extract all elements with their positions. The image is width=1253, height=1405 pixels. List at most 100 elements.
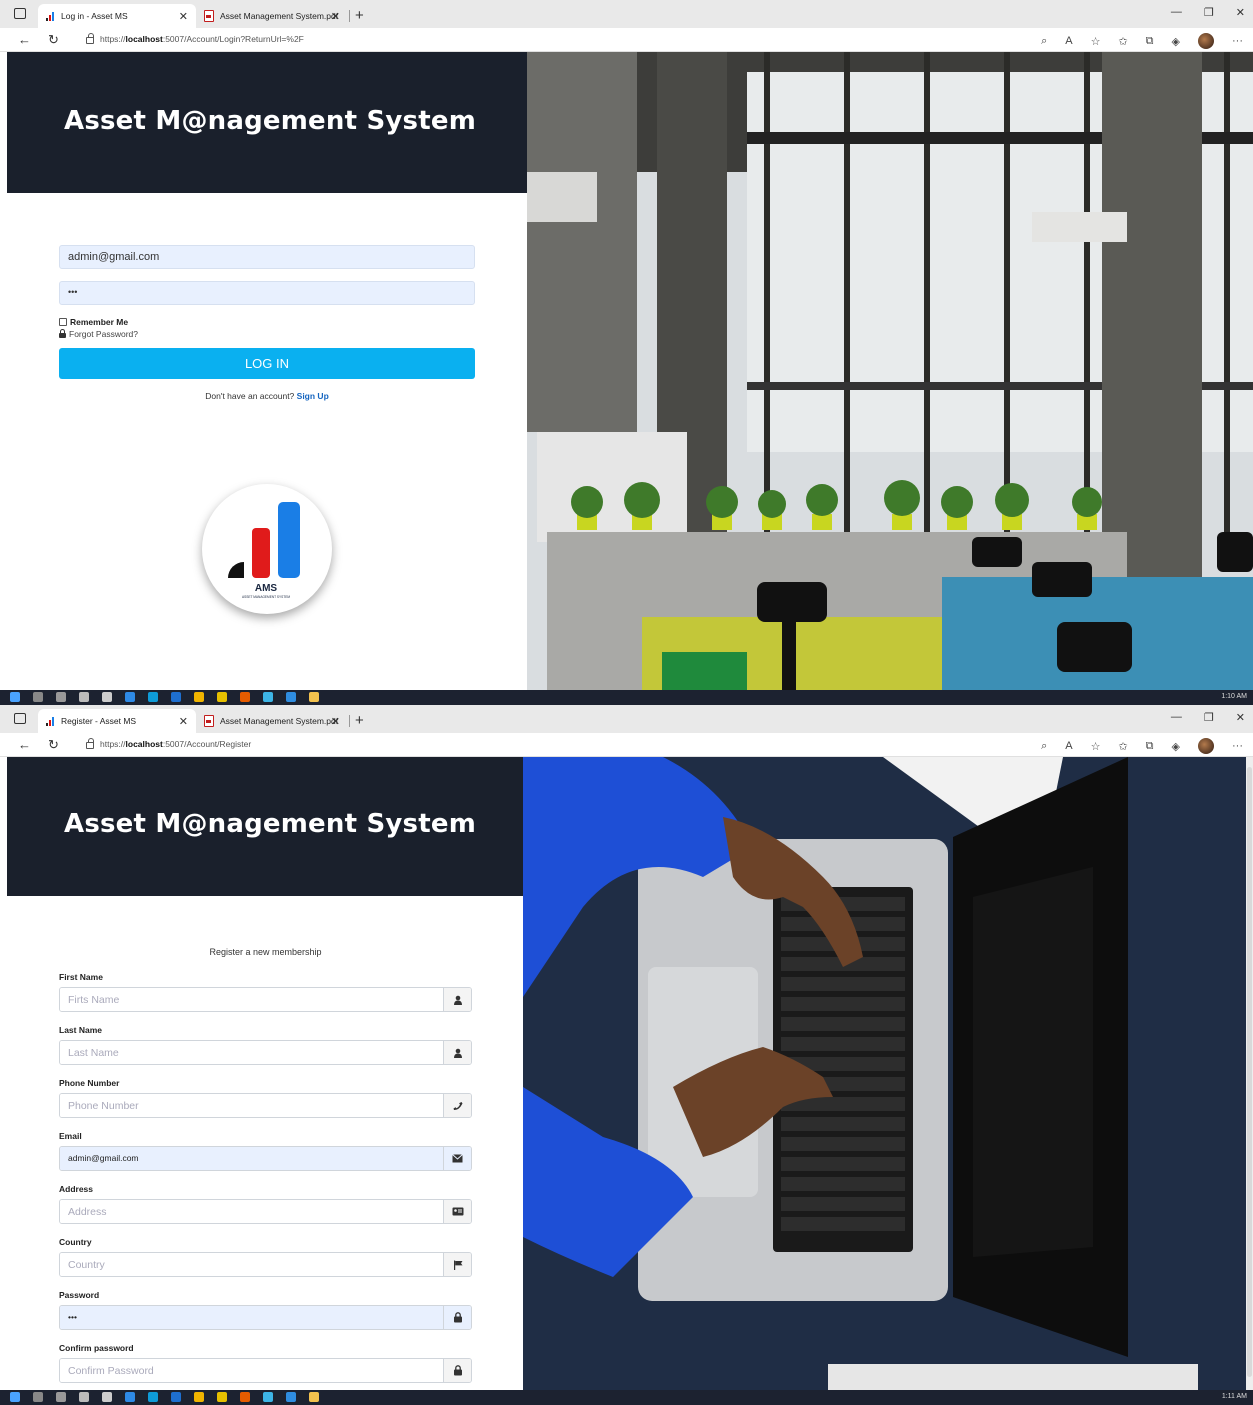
firefox-icon[interactable] [240, 692, 250, 702]
favorites-list-icon[interactable]: ✩ [1118, 740, 1127, 753]
login-button[interactable]: LOG IN [59, 348, 475, 379]
first-name-field[interactable]: Firts Name [59, 987, 472, 1012]
chrome-icon[interactable] [194, 692, 204, 702]
address-field[interactable]: Address [59, 1199, 472, 1224]
forgot-label: Forgot Password? [69, 329, 138, 339]
task-view-icon[interactable] [56, 692, 66, 702]
profile-avatar[interactable] [1198, 738, 1214, 754]
address-label: Address [59, 1184, 94, 1194]
zoom-icon[interactable]: ⌕ [1041, 740, 1047, 753]
teams-icon[interactable] [286, 692, 296, 702]
restore-icon[interactable]: ❐ [1204, 6, 1214, 19]
phone-field[interactable]: Phone Number [59, 1093, 472, 1118]
close-tab-icon[interactable]: ✕ [331, 715, 340, 728]
magnifier-app-icon[interactable] [79, 1392, 89, 1402]
restore-icon[interactable]: ❐ [1204, 711, 1214, 724]
magnifier-app-icon[interactable] [79, 692, 89, 702]
store-icon[interactable] [263, 692, 273, 702]
teams-icon[interactable] [286, 1392, 296, 1402]
favorite-icon[interactable]: ☆ [1091, 740, 1101, 753]
zoom-icon[interactable]: ⌕ [1041, 35, 1047, 48]
url-field[interactable]: https://localhost:5007/Account/Register [86, 738, 251, 749]
close-window-icon[interactable]: ✕ [1236, 6, 1245, 19]
address-input[interactable]: Address [60, 1200, 443, 1223]
task-view-icon[interactable] [56, 1392, 66, 1402]
tab-title: Log in - Asset MS [61, 11, 128, 21]
lock-icon [443, 1359, 471, 1382]
minimize-icon[interactable]: — [1171, 6, 1182, 19]
store-icon[interactable] [263, 1392, 273, 1402]
close-tab-icon[interactable]: ✕ [179, 715, 188, 728]
extensions-icon[interactable]: ◈ [1172, 35, 1180, 48]
phone-input[interactable]: Phone Number [60, 1094, 443, 1117]
first-name-input[interactable]: Firts Name [60, 988, 443, 1011]
terminal-icon[interactable] [102, 692, 112, 702]
extensions-icon[interactable]: ◈ [1172, 740, 1180, 753]
tab-actions-icon[interactable] [14, 8, 26, 19]
password-input[interactable]: ••• [60, 1306, 443, 1329]
vscode-icon[interactable] [125, 692, 135, 702]
remember-checkbox[interactable] [59, 318, 67, 326]
read-aloud-icon[interactable]: A [1065, 35, 1072, 47]
close-tab-icon[interactable]: ✕ [179, 10, 188, 23]
app-icon[interactable] [171, 1392, 181, 1402]
country-field[interactable]: Country [59, 1252, 472, 1277]
edge-icon[interactable] [148, 692, 158, 702]
refresh-icon[interactable]: ↻ [48, 737, 59, 753]
close-tab-icon[interactable]: ✕ [331, 10, 340, 23]
remember-me[interactable]: Remember Me [59, 317, 475, 327]
tab-register[interactable]: Register - Asset MS ✕ [38, 709, 196, 733]
last-name-input[interactable]: Last Name [60, 1041, 443, 1064]
read-aloud-icon[interactable]: A [1065, 740, 1072, 752]
search-icon[interactable] [33, 1392, 43, 1402]
minimize-icon[interactable]: — [1171, 711, 1182, 724]
confirm-password-input[interactable]: Confirm Password [60, 1359, 443, 1382]
signup-link[interactable]: Sign Up [297, 391, 329, 401]
vscode-icon[interactable] [125, 1392, 135, 1402]
app-icon[interactable] [171, 692, 181, 702]
edge-icon[interactable] [148, 1392, 158, 1402]
firefox-icon[interactable] [240, 1392, 250, 1402]
back-icon[interactable]: ← [18, 737, 31, 752]
new-tab-button[interactable]: + [355, 7, 364, 24]
tab-login[interactable]: Log in - Asset MS ✕ [38, 4, 196, 28]
notes-icon[interactable] [217, 1392, 227, 1402]
profile-avatar[interactable] [1198, 33, 1214, 49]
address-bar: ← ↻ https://localhost:5007/Account/Regis… [0, 733, 1253, 757]
chrome-icon[interactable] [194, 1392, 204, 1402]
file-explorer-icon[interactable] [309, 692, 319, 702]
more-menu-icon[interactable]: ··· [1232, 740, 1243, 752]
tab-actions-icon[interactable] [14, 713, 26, 724]
email-input[interactable]: admin@gmail.com [60, 1147, 443, 1170]
terminal-icon[interactable] [102, 1392, 112, 1402]
last-name-field[interactable]: Last Name [59, 1040, 472, 1065]
forgot-password-link[interactable]: Forgot Password? [59, 328, 475, 339]
tab-pdf[interactable]: Asset Management System.pdf ✕ [196, 709, 348, 733]
favorite-icon[interactable]: ☆ [1091, 35, 1101, 48]
tab-pdf[interactable]: Asset Management System.pdf ✕ [196, 4, 348, 28]
favorites-list-icon[interactable]: ✩ [1118, 35, 1127, 48]
windows-start-icon[interactable] [10, 1392, 20, 1402]
confirm-password-field[interactable]: Confirm Password [59, 1358, 472, 1383]
country-input[interactable]: Country [60, 1253, 443, 1276]
email-field[interactable]: admin@gmail.com [59, 1146, 472, 1171]
search-icon[interactable] [33, 692, 43, 702]
more-menu-icon[interactable]: ··· [1232, 35, 1243, 47]
email-field[interactable]: admin@gmail.com [59, 245, 475, 269]
refresh-icon[interactable]: ↻ [48, 32, 59, 48]
back-icon[interactable]: ← [18, 32, 31, 47]
file-explorer-icon[interactable] [309, 1392, 319, 1402]
page-scrollbar[interactable] [1246, 757, 1253, 1393]
new-tab-button[interactable]: + [355, 712, 364, 729]
collections-icon[interactable]: ⧉ [1146, 35, 1154, 48]
collections-icon[interactable]: ⧉ [1146, 740, 1154, 753]
password-field[interactable]: ••• [59, 1305, 472, 1330]
windows-start-icon[interactable] [10, 692, 20, 702]
register-panel: Asset M@nagement System Register a new m… [7, 757, 523, 1393]
notes-icon[interactable] [217, 692, 227, 702]
close-window-icon[interactable]: ✕ [1236, 711, 1245, 724]
signup-text: Don't have an account? [205, 391, 295, 401]
url-field[interactable]: https://localhost:5007/Account/Login?Ret… [86, 33, 304, 44]
password-field[interactable]: ••• [59, 281, 475, 305]
scrollbar-thumb[interactable] [1247, 767, 1252, 1377]
